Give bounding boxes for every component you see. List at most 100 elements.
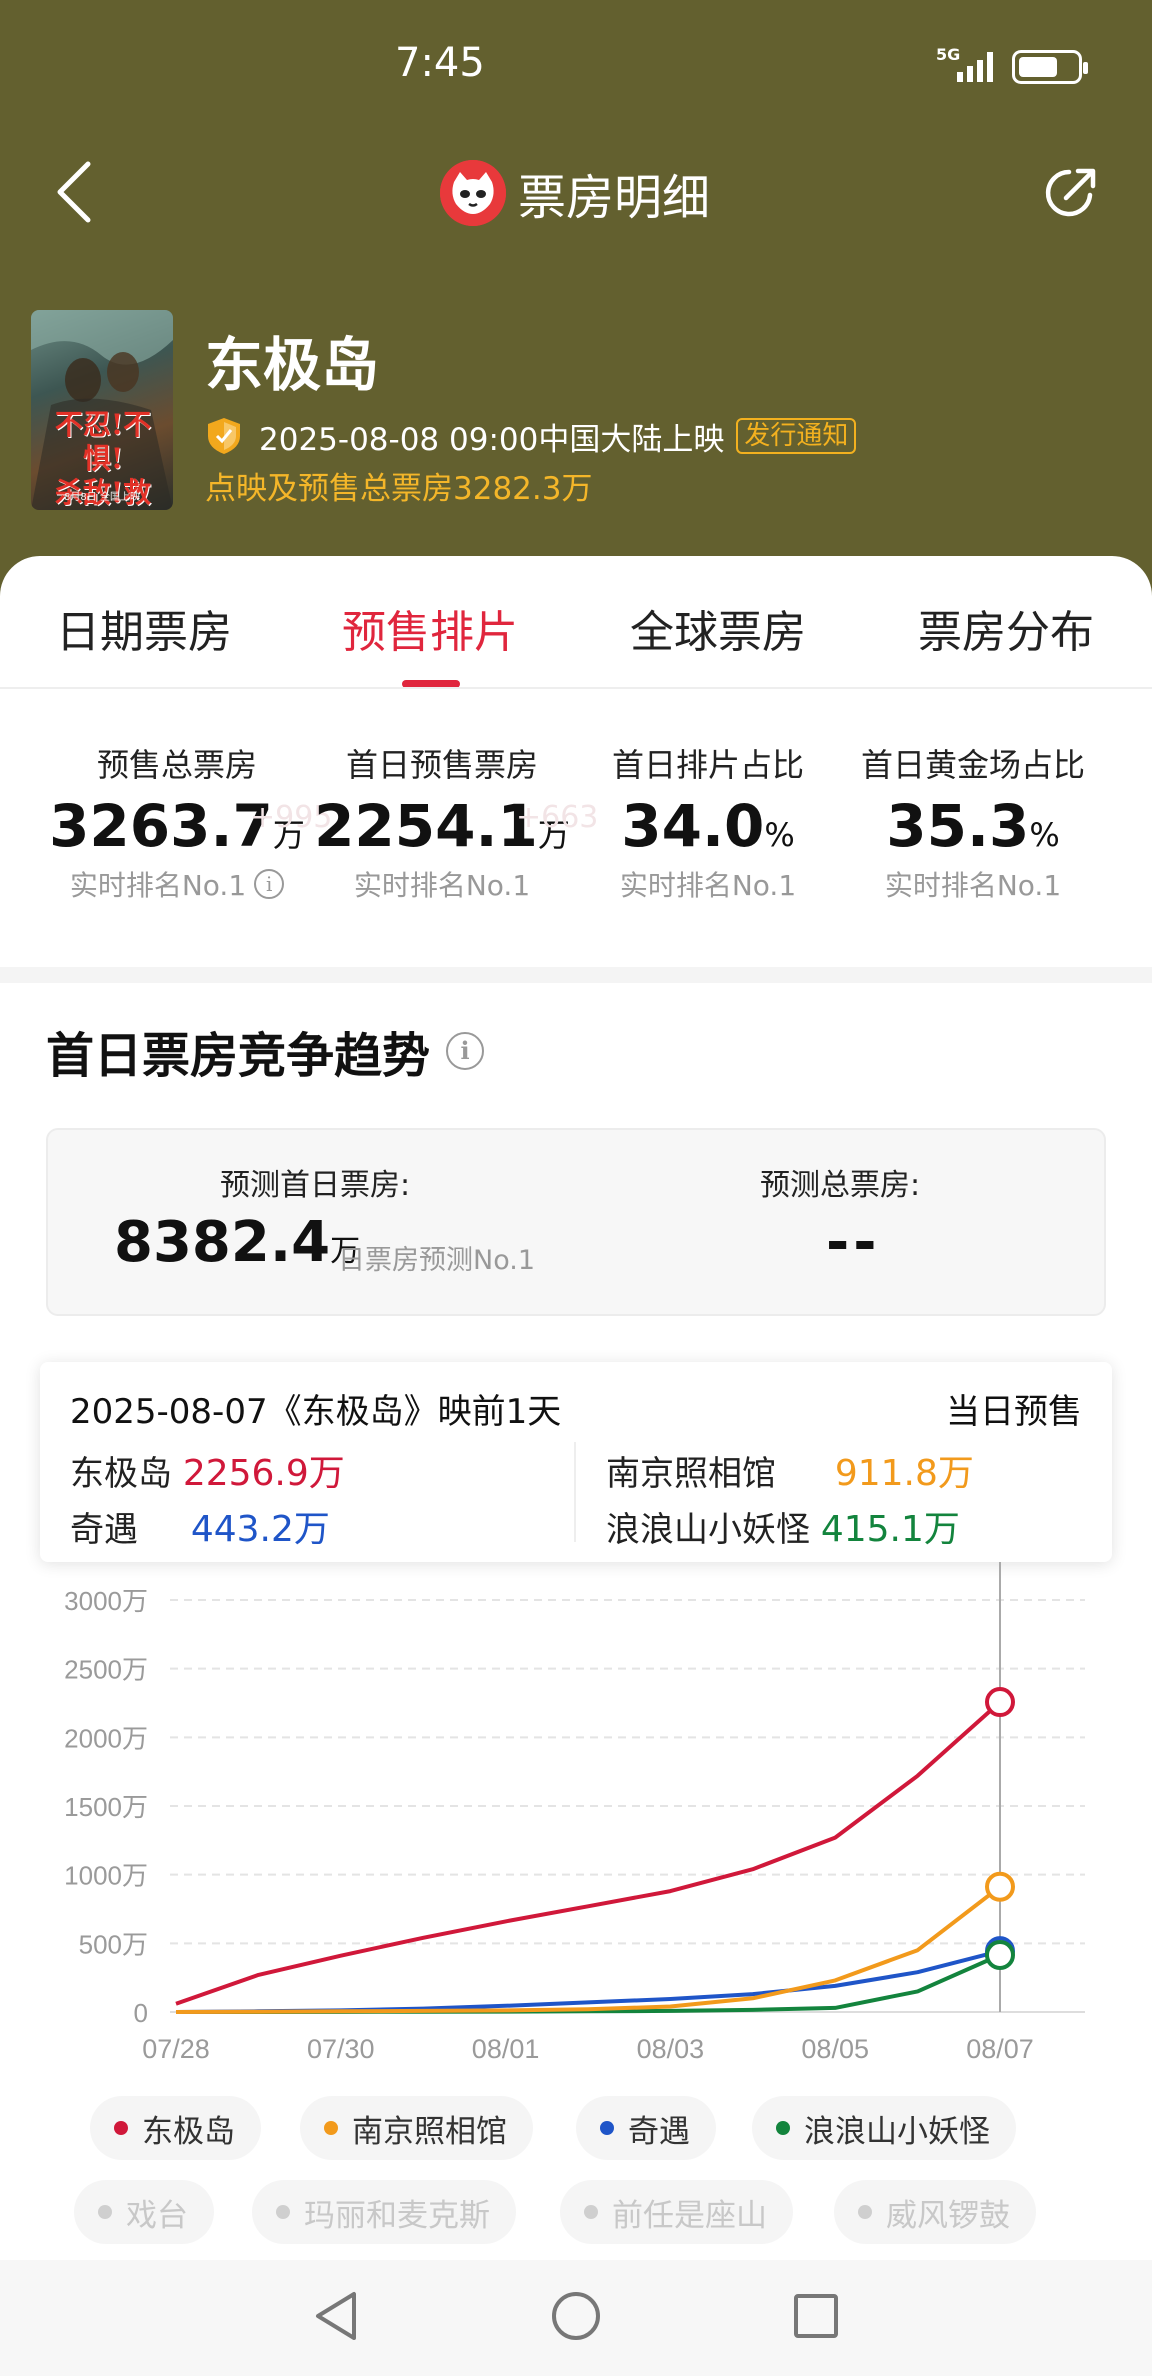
stat-number: 35.3: [886, 792, 1030, 860]
shield-icon: [208, 418, 240, 454]
legend-dot: [276, 2205, 290, 2219]
tooltip-row-name: 浪浪山小妖怪: [606, 1510, 810, 1550]
stat-rank: 实时排名No.1 i: [42, 864, 312, 904]
movie-poster[interactable]: 不忍!不惧! 杀敌!救人! 8月8日 全国上映: [31, 310, 173, 510]
signal-icon: [957, 52, 993, 82]
tooltip-row-name: 东极岛: [70, 1454, 172, 1494]
share-icon[interactable]: [1040, 162, 1102, 224]
tab-daily-box-office[interactable]: 日期票房: [56, 596, 232, 660]
legend-label: 浪浪山小妖怪: [804, 2113, 990, 2150]
stat-label: 首日预售票房: [345, 746, 538, 784]
highlight-point: [985, 1871, 1015, 1902]
trend-section-title: 首日票房竞争趋势 i: [46, 1016, 485, 1086]
stat-number: 34.0: [621, 792, 765, 860]
forecast-total-value: --: [826, 1210, 881, 1275]
forecast-first-day-label: 预测首日票房:: [220, 1168, 411, 1203]
poster-release-line: 8月8日 全国上映: [64, 492, 140, 503]
legend-label: 威风锣鼓: [886, 2197, 1010, 2234]
y-tick-label: 0: [134, 1998, 148, 2028]
status-bar: 7:45 5G: [0, 0, 1152, 130]
chart-legend: 东极岛 南京照相馆 奇遇 浪浪山小妖怪 戏台 玛丽和麦克斯 前任是座山 威风锣鼓: [0, 2096, 1152, 2246]
status-time: 7:45: [395, 40, 485, 86]
tab-box-office-distribution[interactable]: 票房分布: [918, 596, 1094, 660]
highlight-point: [985, 1687, 1015, 1718]
legend-label: 玛丽和麦克斯: [304, 2197, 490, 2234]
y-tick-label: 3000万: [64, 1586, 148, 1616]
legend-dot: [584, 2205, 598, 2219]
nav-title: 票房明细: [440, 158, 710, 228]
stat-rank-text: 实时排名No.1: [69, 869, 247, 902]
stat-rank: 实时排名No.1: [307, 864, 577, 904]
tooltip-row: 浪浪山小妖怪 415.1万: [606, 1500, 960, 1552]
forecast-first-day-rank: 日票房预测No.1: [338, 1245, 536, 1276]
nav-back-triangle-icon[interactable]: [312, 2288, 362, 2344]
x-tick-label: 08/05: [801, 2034, 869, 2064]
x-tick-label: 08/07: [966, 2034, 1034, 2064]
box-office-trend-chart[interactable]: 0 500万 1000万 1500万 2000万 2500万 3000万 07/28 07/30…: [0, 1562, 1152, 2102]
trend-chart-svg: 0 500万 1000万 1500万 2000万 2500万 3000万 07/28 07/30…: [64, 1562, 1085, 2064]
highlight-point: [985, 1939, 1015, 1970]
y-tick-label: 2500万: [64, 1655, 148, 1685]
chart-tooltip: 2025-08-07《东极岛》映前1天 当日预售 东极岛 2256.9万 奇遇 …: [40, 1362, 1112, 1562]
info-icon[interactable]: i: [254, 869, 285, 899]
section-title-text: 首日票房竞争趋势: [46, 1028, 431, 1084]
battery-icon: [1012, 50, 1088, 84]
stat-number: 3263.7: [49, 792, 273, 860]
legend-label: 前任是座山: [612, 2197, 767, 2234]
legend-chip[interactable]: 戏台: [74, 2180, 214, 2244]
forecast-first-day-value: 8382.4万: [114, 1210, 360, 1275]
stat-label: 首日排片占比: [611, 746, 804, 784]
tooltip-separator: [574, 1442, 576, 1542]
release-notice-badge[interactable]: 发行通知: [736, 418, 857, 454]
forecast-box: 预测首日票房: 8382.4万 日票房预测No.1 预测总票房: --: [46, 1128, 1106, 1316]
tooltip-row-value: 443.2万: [190, 1509, 330, 1550]
x-tick-label: 07/30: [307, 2034, 375, 2064]
forecast-first-day-number: 8382.4: [114, 1210, 331, 1275]
tooltip-row-value: 2256.9万: [182, 1453, 345, 1494]
stat-first-day-prime-share: 首日黄金场占比 35.3% 实时排名No.1: [838, 740, 1108, 904]
page-title: 票房明细: [518, 170, 711, 226]
stat-rank: 实时排名No.1: [838, 864, 1108, 904]
tooltip-row-name: 南京照相馆: [606, 1454, 776, 1494]
y-tick-label: 500万: [79, 1929, 148, 1959]
legend-dot: [776, 2121, 790, 2135]
tab-bar: 日期票房 预售排片 全球票房 票房分布: [0, 556, 1152, 688]
legend-chip[interactable]: 前任是座山: [560, 2180, 793, 2244]
stat-first-day-schedule-share: 首日排片占比 34.0% 实时排名No.1: [573, 740, 843, 904]
legend-chip[interactable]: 玛丽和麦克斯: [252, 2180, 516, 2244]
stat-number: 2254.1: [314, 792, 538, 860]
legend-label: 戏台: [126, 2197, 188, 2234]
stat-unit: %: [1029, 816, 1060, 854]
legend-label: 东极岛: [142, 2113, 235, 2150]
release-info: 2025-08-08 09:00中国大陆上映 发行通知: [205, 414, 857, 458]
stat-label: 预售总票房: [96, 746, 257, 784]
cat-logo-icon: [440, 160, 506, 226]
movie-header: 7:45 5G 票房明细 不忍!不惧! 杀敌!救 8月8日 全国上映 东极岛 2…: [0, 0, 1152, 600]
stat-label: 首日黄金场占比: [860, 746, 1085, 784]
tooltip-row-value: 415.1万: [820, 1509, 960, 1550]
nav-home-circle-icon[interactable]: [550, 2288, 602, 2344]
x-tick-label: 08/01: [472, 2034, 540, 2064]
legend-chip[interactable]: 浪浪山小妖怪: [752, 2096, 1016, 2160]
series-line: [175, 1949, 1001, 2014]
movie-title: 东极岛: [205, 331, 380, 399]
legend-chip[interactable]: 威风锣鼓: [834, 2180, 1036, 2244]
release-date-text: 2025-08-08 09:00中国大陆上映: [259, 421, 725, 458]
legend-chip[interactable]: 南京照相馆: [300, 2096, 533, 2160]
stat-value: 34.0%: [573, 792, 843, 860]
legend-chip[interactable]: 东极岛: [90, 2096, 261, 2160]
y-tick-label: 2000万: [64, 1723, 148, 1753]
legend-chip[interactable]: 奇遇: [576, 2096, 716, 2160]
nav-recents-square-icon[interactable]: [792, 2288, 840, 2344]
tooltip-row: 南京照相馆 911.8万: [606, 1444, 974, 1496]
legend-label: 南京照相馆: [352, 2113, 507, 2150]
series-line: [175, 1700, 1002, 2006]
tab-presale-schedule[interactable]: 预售排片: [342, 596, 518, 660]
box-office-detail-page: 7:45 5G 票房明细 不忍!不惧! 杀敌!救 8月8日 全国上映 东极岛 2…: [0, 0, 1152, 2376]
tab-global-box-office[interactable]: 全球票房: [630, 596, 806, 660]
info-icon[interactable]: i: [446, 1032, 485, 1070]
stat-unit: %: [764, 816, 795, 854]
legend-label: 奇遇: [628, 2113, 690, 2150]
stat-rank-text: 实时排名No.1: [884, 869, 1062, 902]
back-arrow-icon[interactable]: [50, 160, 100, 224]
